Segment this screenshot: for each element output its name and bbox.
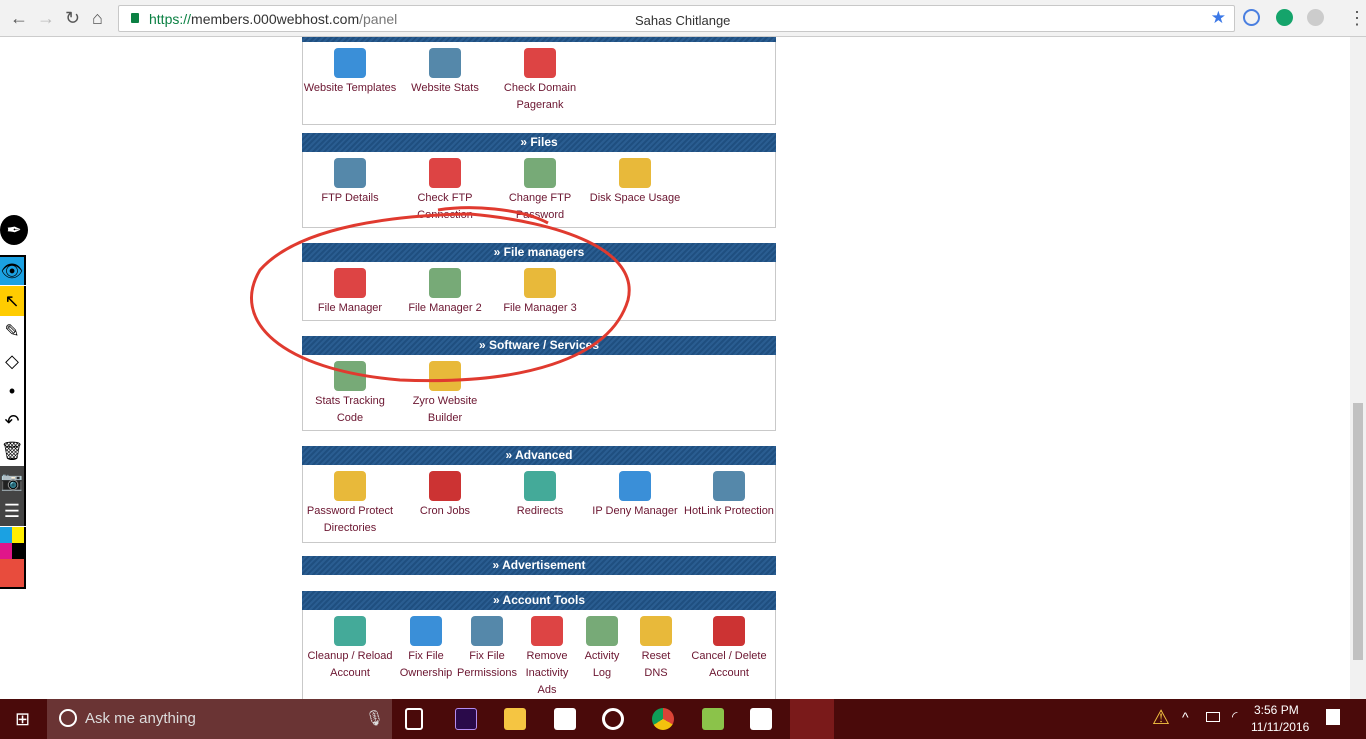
task-view-icon[interactable] [405,708,423,730]
notification-icon[interactable] [1326,709,1340,725]
chevron-up-icon[interactable]: ^ [1182,709,1189,725]
warning-icon[interactable]: ⚠ [1152,705,1170,730]
file-explorer-icon[interactable] [504,708,526,730]
cs-icon[interactable] [750,708,772,730]
cortana-search[interactable]: Ask me anything 🎙 [47,699,392,739]
search-placeholder: Ask me anything [85,710,196,727]
app-icon[interactable] [702,708,724,730]
microphone-icon[interactable]: 🎙 [365,709,384,727]
premiere-icon[interactable] [455,708,477,730]
clock-time[interactable]: 3:56 PM [1254,703,1299,717]
battery-icon[interactable] [1206,712,1220,722]
app-icon[interactable] [602,708,624,730]
red-annotation [250,206,631,383]
taskbar: ⊞ Ask me anything 🎙 ⚠ ^ ◜ 3:56 PM 11/11/… [0,699,1366,739]
clock-date[interactable]: 11/11/2016 [1251,720,1309,734]
chrome-icon[interactable] [652,708,674,730]
calendar-app-icon[interactable] [554,708,576,730]
wifi-icon[interactable]: ◜ [1232,708,1237,725]
windows-start-icon[interactable]: ⊞ [15,709,30,730]
pen-app-icon[interactable] [790,699,834,739]
cortana-icon [59,709,77,727]
